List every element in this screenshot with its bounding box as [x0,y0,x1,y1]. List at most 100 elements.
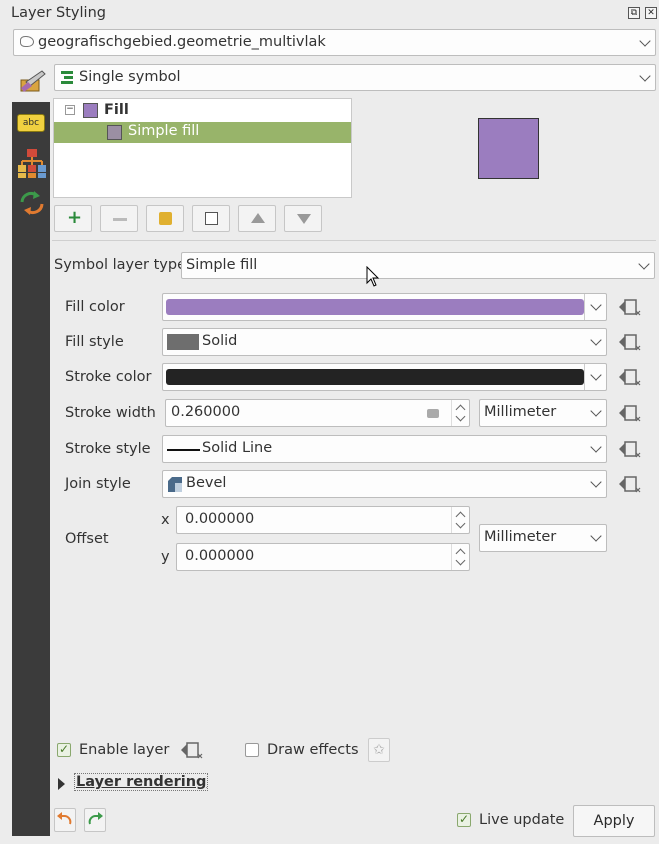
clear-icon[interactable] [427,409,439,418]
stroke-width-label: Stroke width [65,405,156,421]
arrow-down-icon [297,214,311,224]
spin-arrows[interactable] [451,507,469,533]
data-defined-override-icon[interactable] [617,403,643,423]
solid-fill-icon [167,334,199,350]
chevron-down-icon [639,34,651,47]
add-layer-button[interactable]: + [54,205,92,232]
symbol-layer-type-select[interactable]: Simple fill [181,252,655,279]
stroke-color-swatch [166,369,584,385]
symbol-preview [478,118,539,179]
collapse-icon[interactable]: − [65,105,75,115]
draw-effects-label: Draw effects [267,742,359,758]
spin-arrows[interactable] [451,400,469,426]
arrow-up-icon [251,213,265,223]
offset-x-value: 0.000000 [185,511,255,527]
offset-x-spinbox[interactable]: 0.000000 [176,506,470,534]
history-tab-icon[interactable] [18,190,46,216]
duplicate-icon [205,212,218,225]
layer-rendering-section[interactable]: Layer rendering [74,773,209,791]
duplicate-layer-button[interactable] [192,205,230,232]
draw-effects-checkbox[interactable] [245,743,259,757]
expand-arrow-icon[interactable] [58,778,65,790]
offset-unit-select[interactable]: Millimeter [479,524,607,552]
stroke-color-button[interactable] [162,363,607,391]
close-icon[interactable]: ✕ [645,7,657,19]
symbol-layer-type-label: Symbol layer type [54,257,187,273]
divider [52,240,656,241]
undo-button[interactable] [54,808,76,832]
join-style-value: Bevel [186,475,227,491]
chevron-down-icon [590,405,602,417]
chevron-down-icon [590,299,602,311]
data-defined-override-icon[interactable] [617,332,643,352]
simple-fill-swatch-icon [107,125,122,140]
lock-icon [159,212,172,225]
lock-layer-button[interactable] [146,205,184,232]
enable-layer-label: Enable layer [79,742,170,758]
chevron-down-icon [639,69,651,82]
chevron-down-icon [590,369,602,381]
move-up-button[interactable] [238,205,276,232]
stroke-style-select[interactable]: Solid Line [162,435,607,463]
side-tab-bar: abc [12,102,50,836]
fill-swatch-icon [83,103,98,118]
single-symbol-icon [61,71,73,85]
join-style-label: Join style [65,476,131,492]
renderer-value: Single symbol [79,69,181,85]
chevron-down-icon [590,530,602,542]
symbology-tab-icon[interactable] [18,68,48,96]
fill-style-select[interactable]: Solid [162,328,607,356]
fill-color-label: Fill color [65,299,125,315]
layer-name: geografischgebied.geometrie_multivlak [38,34,326,50]
fill-style-value: Solid [202,333,238,349]
redo-button[interactable] [84,808,106,832]
move-down-button[interactable] [284,205,322,232]
tree-item-simple-fill-label: Simple fill [128,123,200,139]
offset-x-label: x [161,512,170,528]
stroke-color-label: Stroke color [65,369,152,385]
enable-layer-checkbox[interactable] [57,742,71,757]
mouse-cursor-icon [366,265,380,292]
fill-color-swatch [166,299,584,315]
stroke-width-unit-select[interactable]: Millimeter [479,399,607,427]
stroke-width-unit: Millimeter [484,404,557,420]
effects-settings-button[interactable]: ✩ [368,738,390,762]
symbol-layer-type-value: Simple fill [186,257,258,273]
offset-y-label: y [161,549,170,565]
labels-tab-icon[interactable]: abc [17,114,45,132]
join-style-select[interactable]: Bevel [162,470,607,498]
data-defined-override-icon[interactable] [617,474,643,494]
stroke-width-spinbox[interactable]: 0.260000 [165,399,470,427]
data-defined-override-icon[interactable] [617,367,643,387]
live-update-label: Live update [479,812,565,828]
diagrams-tab-icon[interactable] [17,147,47,179]
stroke-style-label: Stroke style [65,441,151,457]
stroke-width-value: 0.260000 [171,404,241,420]
symbol-layer-tree: − Fill Simple fill [53,98,352,198]
fill-style-label: Fill style [65,334,124,350]
star-icon: ✩ [373,742,385,758]
fill-color-button[interactable] [162,293,607,321]
chevron-down-icon [590,441,602,453]
tree-item-simple-fill[interactable]: Simple fill [54,122,351,143]
live-update-checkbox[interactable] [457,812,471,827]
panel-title: Layer Styling [11,5,106,21]
chevron-down-icon [638,257,650,270]
data-defined-override-icon[interactable] [617,297,643,317]
tree-item-fill[interactable]: Fill [104,102,129,118]
spin-arrows[interactable] [451,544,469,570]
polygon-layer-icon [20,36,34,47]
renderer-select[interactable]: Single symbol [54,64,656,91]
offset-y-spinbox[interactable]: 0.000000 [176,543,470,571]
stroke-style-value: Solid Line [202,440,273,456]
offset-label: Offset [65,531,109,547]
chevron-down-icon [590,334,602,346]
solid-line-icon [167,449,200,451]
bevel-join-icon [168,477,182,492]
data-defined-override-icon[interactable] [617,439,643,459]
data-defined-override-icon[interactable] [179,740,205,760]
remove-layer-button[interactable] [100,205,138,232]
layer-select[interactable]: geografischgebied.geometrie_multivlak [13,29,656,56]
apply-button[interactable]: Apply [573,805,655,837]
float-icon[interactable]: ⧉ [628,7,640,19]
